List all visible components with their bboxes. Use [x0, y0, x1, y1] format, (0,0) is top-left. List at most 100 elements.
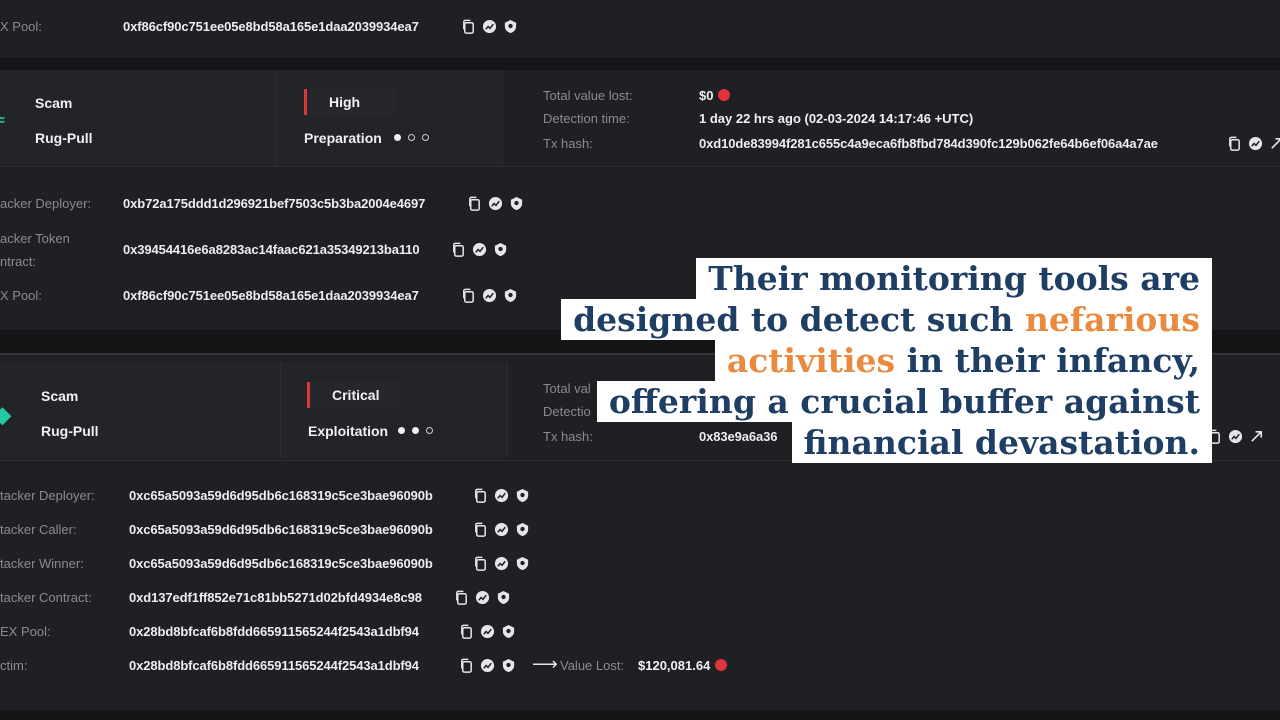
caption-line-4: offering a crucial buffer against: [596, 381, 1212, 422]
shield-icon[interactable]: [503, 19, 518, 34]
address-actions: [454, 590, 511, 605]
tx-hash[interactable]: 0xd10de83994f281c655c4a9eca6fb8fbd784d39…: [699, 136, 1158, 151]
copy-icon[interactable]: [473, 556, 488, 571]
alert-1-stage: Preparation: [304, 130, 382, 146]
chart-icon[interactable]: [482, 19, 497, 34]
danger-dot-icon: [715, 659, 728, 671]
attacker-caller-label: tacker Caller:: [0, 522, 77, 537]
detection-time-label: Detection time:: [543, 111, 630, 126]
copy-icon[interactable]: [461, 19, 476, 34]
alert-2-stage: Exploitation: [308, 423, 389, 439]
address-actions: [459, 624, 516, 639]
dex-pool-address[interactable]: 0xf86cf90c751ee05e8bd58a165e1daa2039934e…: [123, 288, 419, 303]
caption-line-3: activities in their infancy,: [714, 340, 1212, 381]
victim-address[interactable]: 0x28bd8bfcaf6b8fdd665911565244f2543a1dbf…: [129, 658, 419, 673]
copy-icon[interactable]: [461, 288, 476, 303]
tx-hash-actions: [1227, 136, 1280, 151]
chart-icon[interactable]: [494, 556, 509, 571]
copy-icon[interactable]: [467, 196, 482, 211]
stage-dot: [426, 427, 433, 434]
chart-icon[interactable]: [1248, 136, 1263, 151]
shield-icon[interactable]: [515, 522, 530, 537]
copy-icon[interactable]: [459, 658, 474, 673]
explorer-icon[interactable]: [1269, 136, 1280, 151]
alert-2-type: Scam: [41, 388, 79, 404]
address-actions: [473, 522, 530, 537]
alert-1-stage-progress: [394, 134, 429, 141]
chart-icon[interactable]: [475, 590, 490, 605]
stage-dot: [412, 427, 419, 434]
attacker-deployer-label: acker Deployer:: [0, 196, 92, 211]
shield-icon[interactable]: [515, 488, 530, 503]
caption-line-1: Their monitoring tools are: [696, 258, 1212, 299]
victim-label: ctim:: [0, 658, 28, 673]
shield-icon[interactable]: [493, 242, 508, 257]
chart-icon[interactable]: [494, 522, 509, 537]
shield-icon[interactable]: [515, 556, 530, 571]
chart-icon[interactable]: [472, 242, 487, 257]
dex-pool-label: EX Pool:: [0, 624, 51, 639]
danger-dot-icon: [718, 89, 731, 101]
shield-icon[interactable]: [496, 590, 511, 605]
stage-dot: [408, 134, 415, 141]
alert-2-subtype: Rug-Pull: [41, 423, 99, 439]
total-value-lost-amount: $0: [699, 88, 714, 103]
value-lost-label: Value Lost:: [560, 658, 625, 673]
copy-icon[interactable]: [473, 488, 488, 503]
alert-2-status: [281, 362, 508, 458]
attacker-deployer-label: tacker Deployer:: [0, 488, 95, 503]
caption-highlight: nefarious: [1024, 300, 1200, 339]
address-actions: [461, 288, 518, 303]
dex-pool-label: X Pool:: [0, 288, 42, 303]
shield-icon[interactable]: [501, 624, 516, 639]
caption-line-5: financial devastation.: [791, 422, 1212, 463]
dex-pool-address[interactable]: 0xf86cf90c751ee05e8bd58a165e1daa2039934e…: [123, 19, 419, 34]
attacker-deployer-address[interactable]: 0xb72a175ddd1d296921bef7503c5b3ba2004e46…: [123, 196, 425, 211]
attacker-caller-address[interactable]: 0xc65a5093a59d6d95db6c168319c5ce3bae9609…: [129, 522, 433, 537]
stage-dot: [422, 134, 429, 141]
attacker-contract-label: tacker Contract:: [0, 590, 92, 605]
chart-icon[interactable]: [480, 624, 495, 639]
chart-icon[interactable]: [482, 288, 497, 303]
shield-icon[interactable]: [509, 196, 524, 211]
address-actions: [473, 556, 530, 571]
copy-icon[interactable]: [454, 590, 469, 605]
shield-icon[interactable]: [501, 658, 516, 673]
divider: [0, 166, 1280, 167]
copy-icon[interactable]: [451, 242, 466, 257]
stage-dot: [394, 134, 401, 141]
caption-line-2: designed to detect such nefarious: [561, 299, 1212, 340]
copy-icon[interactable]: [1227, 136, 1242, 151]
caption-highlight: activities: [726, 341, 896, 380]
chart-icon[interactable]: [480, 658, 495, 673]
alert-1-status: [276, 70, 503, 166]
dex-pool-address[interactable]: 0x28bd8bfcaf6b8fdd665911565244f2543a1dbf…: [129, 624, 419, 639]
copy-icon[interactable]: [459, 624, 474, 639]
attacker-token-address[interactable]: 0x39454416e6a8283ac14faac621a35349213ba1…: [123, 242, 420, 257]
alert-1-type: Scam: [35, 95, 73, 111]
stage-dot: [398, 427, 405, 434]
attacker-winner-label: tacker Winner:: [0, 556, 84, 571]
arrow-right-icon: ⟶: [532, 654, 558, 674]
copy-icon[interactable]: [473, 522, 488, 537]
alert-2-logo: ◆: [0, 402, 11, 427]
caption-text: in their infancy,: [895, 341, 1200, 380]
address-actions: [467, 196, 524, 211]
shield-icon[interactable]: [503, 288, 518, 303]
attacker-contract-address[interactable]: 0xd137edf1ff852e71c81bb5271d02bfd4934e8c…: [129, 590, 422, 605]
detection-time: 1 day 22 hrs ago (02-03-2024 14:17:46 +U…: [699, 111, 974, 126]
caption-overlay: Their monitoring tools are designed to d…: [561, 258, 1212, 463]
attacker-deployer-address[interactable]: 0xc65a5093a59d6d95db6c168319c5ce3bae9609…: [129, 488, 433, 503]
chart-icon[interactable]: [1228, 429, 1243, 444]
alert-1-severity: High: [304, 89, 397, 115]
alert-2-stage-progress: [398, 427, 433, 434]
attacker-winner-address[interactable]: 0xc65a5093a59d6d95db6c168319c5ce3bae9609…: [129, 556, 433, 571]
alert-2-summary: [0, 362, 281, 458]
address-actions: [473, 488, 530, 503]
dex-pool-actions: [461, 19, 518, 34]
chart-icon[interactable]: [494, 488, 509, 503]
explorer-icon[interactable]: [1249, 429, 1264, 444]
dex-pool-label: X Pool:: [0, 19, 42, 34]
chart-icon[interactable]: [488, 196, 503, 211]
alert-1-summary: [0, 70, 276, 166]
